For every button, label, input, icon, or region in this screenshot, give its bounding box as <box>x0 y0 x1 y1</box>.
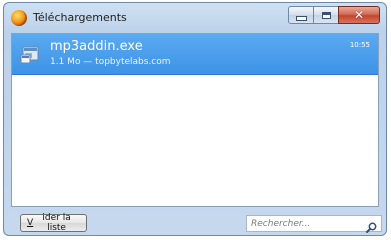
window-title: Téléchargements <box>33 11 127 24</box>
search-icon[interactable] <box>366 218 377 233</box>
caption-buttons: ✕ <box>288 6 380 24</box>
maximize-icon <box>321 11 331 19</box>
download-item[interactable]: mp3addin.exe 1.1 Mo — topbytelabs.com 10… <box>12 34 378 75</box>
search-box[interactable] <box>246 215 382 233</box>
executable-file-icon <box>20 43 42 65</box>
search-input[interactable] <box>247 216 363 231</box>
firefox-icon <box>11 10 27 26</box>
maximize-button[interactable] <box>313 6 339 24</box>
minimize-button[interactable] <box>288 6 314 24</box>
download-status: 1.1 Mo — topbytelabs.com <box>50 57 171 67</box>
minimize-icon <box>295 15 307 21</box>
clear-list-button[interactable]: Vider la liste <box>20 213 87 233</box>
title-bar[interactable]: Téléchargements ✕ <box>4 3 386 33</box>
close-icon: ✕ <box>353 8 365 22</box>
close-button[interactable]: ✕ <box>338 6 380 24</box>
clear-list-label: ider la liste <box>42 213 71 233</box>
downloads-window: Téléchargements ✕ mp3addin.exe 1.1 Mo — … <box>3 2 387 236</box>
downloads-list[interactable]: mp3addin.exe 1.1 Mo — topbytelabs.com 10… <box>11 33 379 207</box>
download-time: 10:55 <box>349 41 370 49</box>
bottom-toolbar: Vider la liste <box>4 207 386 237</box>
download-filename: mp3addin.exe <box>50 39 143 54</box>
